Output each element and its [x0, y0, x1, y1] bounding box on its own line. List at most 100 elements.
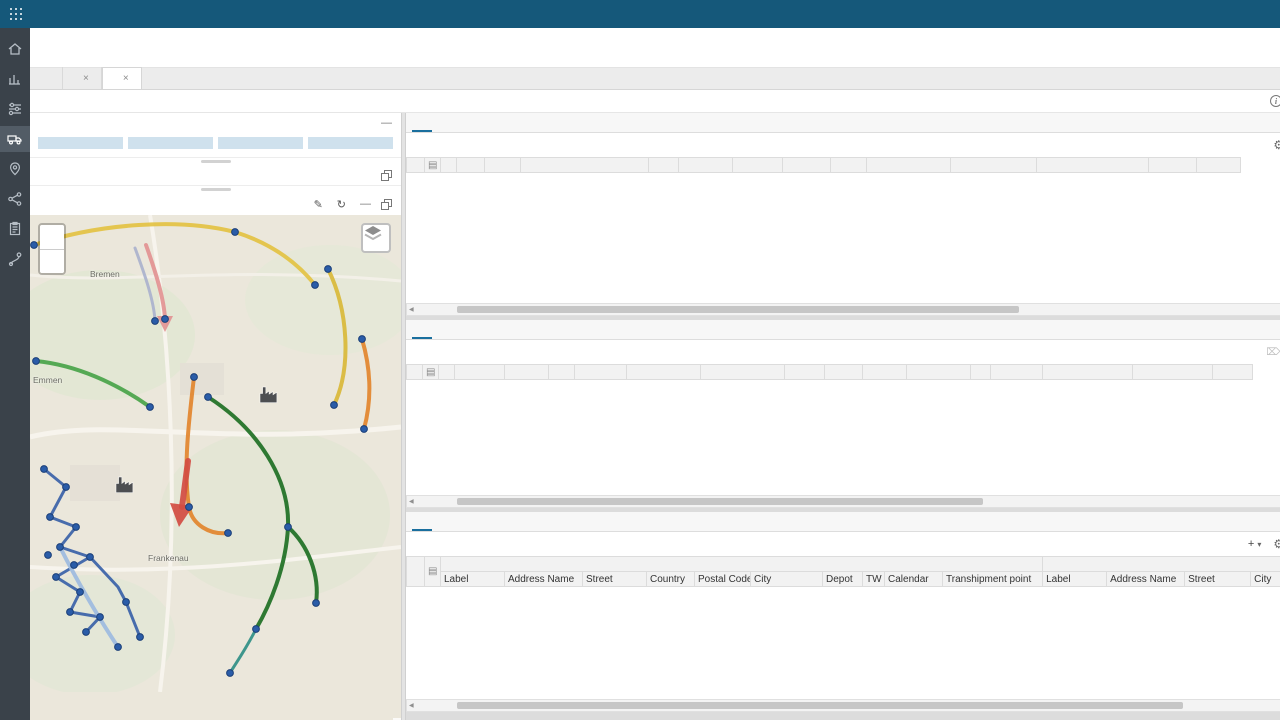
info-icon[interactable]: i — [1270, 95, 1280, 107]
map-header: ✎ ↻ — — [30, 193, 401, 215]
column-header[interactable] — [505, 365, 549, 380]
map-canvas[interactable]: BremenEmmenFrankenau — [30, 215, 401, 720]
map-pin-icon — [7, 161, 23, 177]
column-header[interactable] — [863, 365, 907, 380]
column-header[interactable] — [831, 158, 867, 173]
horizontal-splitter[interactable] — [30, 157, 401, 165]
sections-horizontal-scrollbar[interactable]: ◀ ▶ — [406, 699, 1280, 712]
map-settings-button[interactable]: ✎ — [314, 198, 327, 211]
stops-table: ▤ — [406, 364, 1253, 380]
horizontal-splitter[interactable] — [30, 185, 401, 193]
tours-table-wrap: ▤ — [406, 157, 1280, 303]
sidebar-item-transport-planning[interactable] — [0, 126, 30, 152]
column-header[interactable] — [867, 158, 951, 173]
pencil-icon: ✎ — [314, 198, 323, 211]
sidebar-item-locations[interactable] — [0, 156, 30, 182]
dock-tab-transport-sections[interactable] — [412, 512, 432, 531]
sidebar-item-routes[interactable] — [0, 246, 30, 272]
group-header-destination — [1043, 557, 1280, 572]
tab-planning[interactable]: × — [102, 67, 142, 89]
home-icon — [7, 41, 23, 57]
column-header[interactable] — [649, 158, 679, 173]
column-header[interactable]: City — [751, 572, 823, 587]
column-header[interactable] — [485, 158, 521, 173]
stops-horizontal-scrollbar[interactable]: ◀ ▶ — [406, 495, 1280, 508]
popout-icon[interactable] — [381, 199, 392, 210]
column-header[interactable] — [627, 365, 701, 380]
select-all-icon[interactable]: ▤ — [425, 158, 441, 173]
map-layers-button[interactable] — [361, 223, 391, 253]
column-header[interactable]: City — [1251, 572, 1280, 587]
scroll-left-icon[interactable]: ◀ — [409, 702, 414, 709]
column-header[interactable] — [733, 158, 783, 173]
column-header[interactable] — [907, 365, 971, 380]
tab-planning-profiles[interactable]: × — [63, 67, 102, 89]
column-header[interactable] — [785, 365, 825, 380]
column-header[interactable]: Country — [647, 572, 695, 587]
collapse-map-icon[interactable]: — — [360, 198, 371, 210]
column-header[interactable] — [1197, 158, 1241, 173]
column-header[interactable] — [701, 365, 785, 380]
sidebar-item-analytics[interactable] — [0, 66, 30, 92]
tours-horizontal-scrollbar[interactable]: ◀ ▶ — [406, 303, 1280, 316]
column-header[interactable]: Calendar — [885, 572, 943, 587]
layers-icon — [363, 225, 383, 243]
sidebar-item-network[interactable] — [0, 186, 30, 212]
column-header[interactable]: Label — [1043, 572, 1107, 587]
column-header[interactable] — [1213, 365, 1253, 380]
column-header[interactable]: Address Name — [1107, 572, 1185, 587]
column-header[interactable]: Address Name — [505, 572, 583, 587]
sidebar-item-home[interactable] — [0, 36, 30, 62]
bar-chart-icon — [7, 71, 23, 87]
gear-icon[interactable]: ⚙ — [1273, 138, 1280, 152]
sidebar-item-orders[interactable] — [0, 216, 30, 242]
column-header[interactable] — [679, 158, 733, 173]
column-header[interactable]: Street — [1185, 572, 1251, 587]
collapse-kpis-icon[interactable]: — — [381, 117, 392, 129]
zoom-in-button[interactable] — [40, 225, 64, 249]
map-update-button[interactable]: ↻ — [337, 198, 350, 211]
column-header[interactable]: Postal Code — [695, 572, 751, 587]
column-header[interactable] — [575, 365, 627, 380]
column-header[interactable] — [455, 365, 505, 380]
select-all-icon[interactable]: ▤ — [423, 365, 439, 380]
column-header[interactable]: Label — [441, 572, 505, 587]
open-tabs-button[interactable]: + ▾ — [1248, 538, 1262, 550]
stops-dock-strip: ▾ — [406, 320, 1280, 340]
refresh-icon: ↻ — [337, 198, 346, 211]
dock-tab-stops[interactable] — [412, 320, 432, 339]
popout-icon[interactable] — [381, 170, 392, 181]
column-header[interactable]: Depot — [823, 572, 863, 587]
tours-dock-strip: ▾ — [406, 113, 1280, 133]
scroll-left-icon[interactable]: ◀ — [409, 498, 414, 505]
column-header[interactable] — [951, 158, 1037, 173]
column-header[interactable] — [521, 158, 649, 173]
sidebar — [0, 28, 30, 720]
select-all-icon[interactable]: ▤ — [425, 557, 441, 587]
close-tab-icon[interactable]: × — [123, 73, 129, 84]
gear-icon[interactable]: ⚙ — [1273, 537, 1280, 551]
kpi-row — [30, 133, 401, 157]
tab-selection-of-transport-orders[interactable] — [38, 67, 63, 89]
close-tab-icon[interactable]: × — [83, 73, 89, 84]
zoom-out-button[interactable] — [40, 249, 64, 273]
column-header[interactable] — [971, 365, 991, 380]
column-header[interactable]: TW — [863, 572, 885, 587]
app-grid-icon[interactable] — [10, 8, 22, 20]
column-header[interactable]: Street — [583, 572, 647, 587]
column-header[interactable] — [1149, 158, 1197, 173]
column-header[interactable] — [1043, 365, 1133, 380]
column-header[interactable] — [991, 365, 1043, 380]
column-header[interactable] — [457, 158, 485, 173]
column-header[interactable] — [1133, 365, 1213, 380]
column-header[interactable] — [783, 158, 831, 173]
sidebar-item-profiles[interactable] — [0, 96, 30, 122]
stops-table-wrap: ▤ — [406, 364, 1280, 495]
column-header[interactable]: Transhipment point — [943, 572, 1043, 587]
dock-tab-tours[interactable] — [412, 113, 432, 132]
stops-delete-button[interactable]: ⌦ — [1266, 347, 1280, 358]
column-header[interactable] — [1037, 158, 1149, 173]
column-header[interactable] — [549, 365, 575, 380]
scroll-left-icon[interactable]: ◀ — [409, 306, 414, 313]
column-header[interactable] — [825, 365, 863, 380]
